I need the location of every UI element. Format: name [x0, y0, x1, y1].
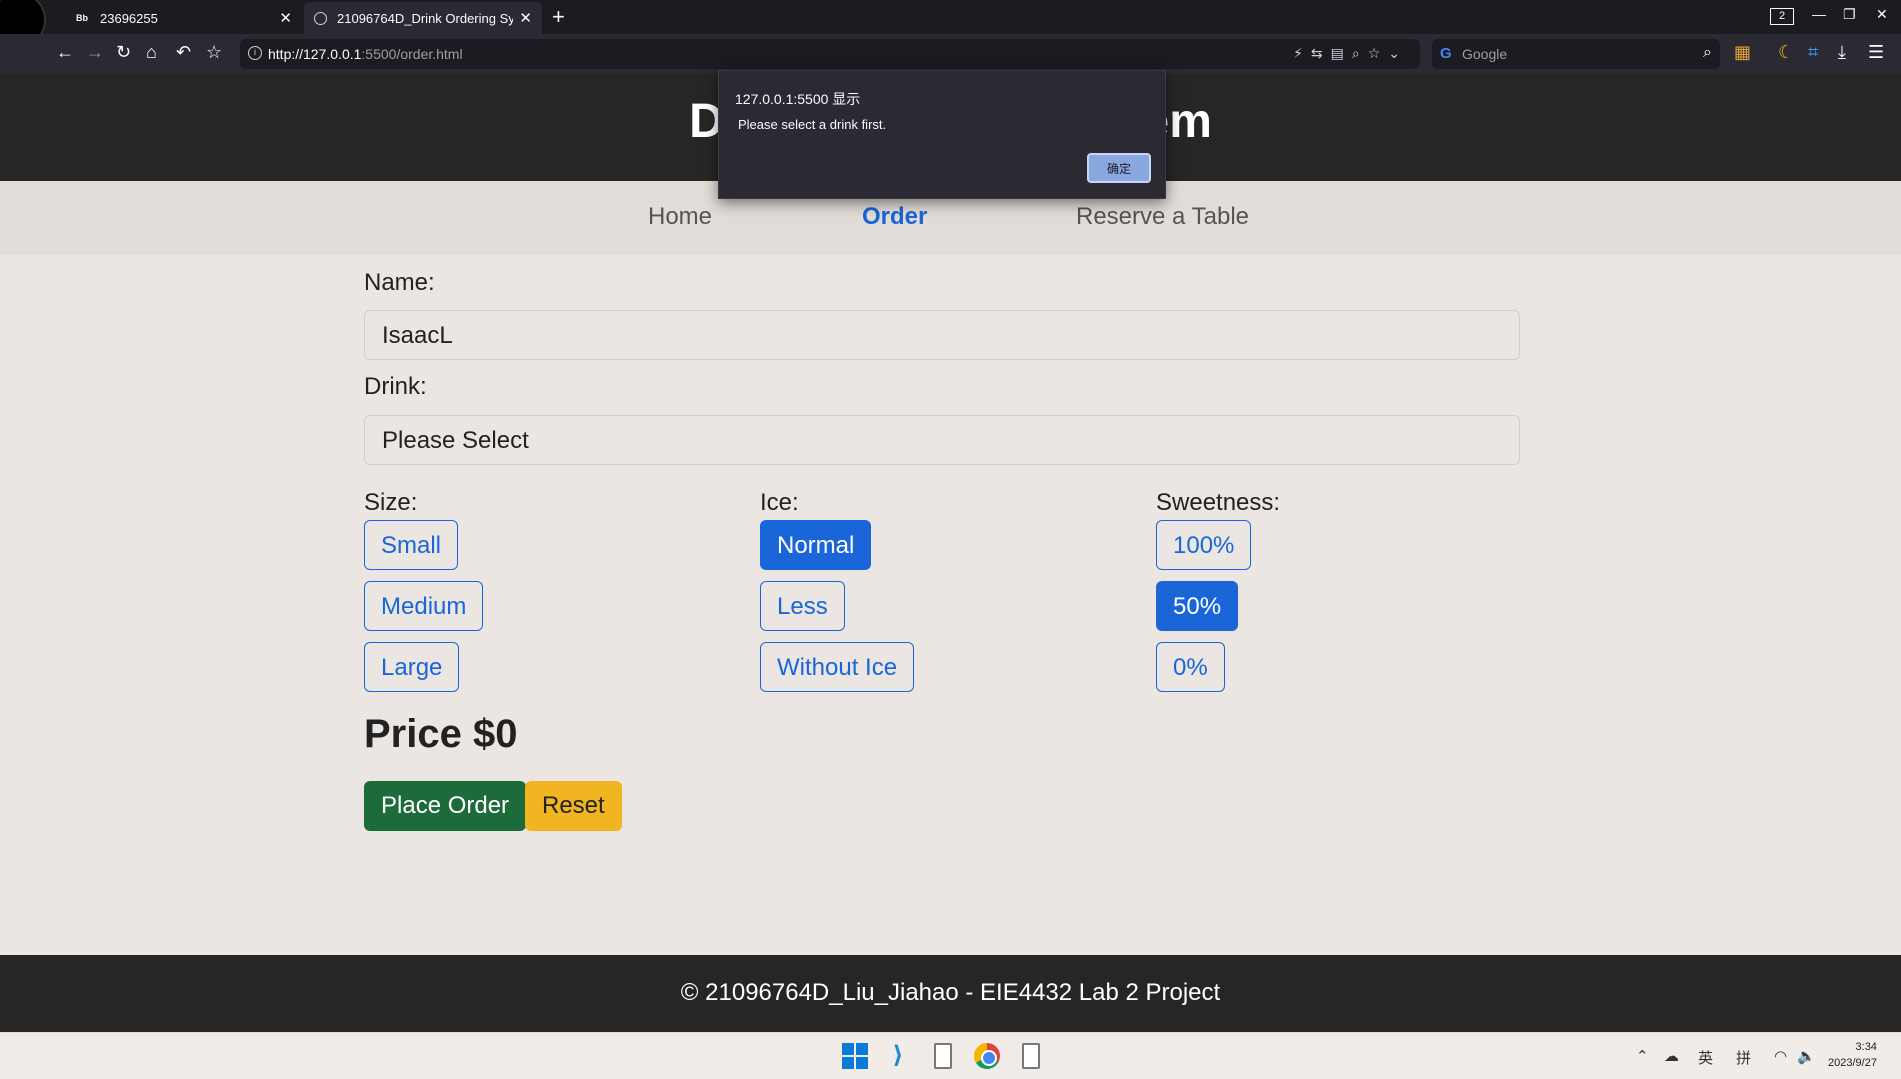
file-icon[interactable]: [1022, 1043, 1040, 1069]
price-display: Price $0: [364, 712, 518, 756]
tab-drink-ordering[interactable]: 21096764D_Drink Ordering Sy ✕: [304, 2, 542, 34]
footer-copyright: © 21096764D_Liu_Jiahao - EIE4432 Lab 2 P…: [680, 979, 1221, 1006]
size-large-button[interactable]: Large: [364, 642, 460, 692]
search-icon[interactable]: ⌕: [1703, 44, 1712, 62]
apps-grid-icon[interactable]: ▦: [1734, 42, 1751, 63]
reset-button[interactable]: Reset: [525, 781, 622, 831]
bookmark-star-icon[interactable]: ☆: [206, 42, 222, 63]
menu-icon[interactable]: ☰: [1868, 42, 1884, 63]
name-label: Name:: [364, 269, 435, 296]
url-text[interactable]: http://127.0.0.1:5500/order.html: [268, 46, 463, 62]
restore-icon[interactable]: ❐: [1843, 6, 1856, 23]
dialog-message: Please select a drink first.: [738, 117, 887, 132]
tray-language[interactable]: 英: [1698, 1047, 1713, 1068]
drink-select[interactable]: Please Select: [364, 415, 1520, 465]
windows-start-icon[interactable]: [842, 1043, 868, 1069]
globe-icon: [314, 11, 327, 25]
alert-dialog: 127.0.0.1:5500 显示 Please select a drink …: [718, 70, 1166, 199]
close-icon[interactable]: ✕: [519, 9, 532, 27]
window-close-icon[interactable]: ✕: [1876, 6, 1888, 23]
minimize-icon[interactable]: —: [1812, 6, 1826, 22]
nav-link-home[interactable]: Home: [648, 203, 712, 231]
close-icon[interactable]: ✕: [279, 9, 292, 27]
sweetness-50-button[interactable]: 50%: [1156, 581, 1239, 631]
search-placeholder: Google: [1462, 46, 1508, 62]
search-bar[interactable]: G Google ⌕: [1432, 39, 1720, 69]
site-footer: © 21096764D_Liu_Jiahao - EIE4432 Lab 2 P…: [0, 955, 1901, 1032]
onedrive-cloud-icon[interactable]: ☁: [1664, 1047, 1679, 1065]
sweetness-label: Sweetness:: [1156, 489, 1281, 516]
browser-tab-bar: Bb 23696255 ✕ 21096764D_Drink Ordering S…: [0, 0, 1901, 48]
dialog-origin: 127.0.0.1:5500 显示: [735, 91, 861, 107]
crop-icon[interactable]: ⌗: [1808, 42, 1818, 63]
home-icon[interactable]: ⌂: [146, 42, 157, 63]
google-logo-icon: G: [1440, 45, 1452, 62]
download-icon[interactable]: ⤓: [1838, 42, 1846, 63]
sweetness-0-button[interactable]: 0%: [1156, 642, 1225, 692]
size-medium-button[interactable]: Medium: [364, 581, 484, 631]
tray-ime[interactable]: 拼: [1736, 1047, 1751, 1068]
night-mode-icon[interactable]: ☾: [1778, 42, 1794, 63]
system-clock[interactable]: 3:34 2023/9/27: [1828, 1039, 1877, 1071]
tray-chevron-up-icon[interactable]: ⌃: [1636, 1047, 1649, 1065]
drink-label: Drink:: [364, 373, 427, 400]
url-bar-actions[interactable]: ⚡⇆▤⌕☆⌄: [1293, 45, 1408, 62]
size-label: Size:: [364, 489, 418, 516]
site-info-icon[interactable]: i: [248, 46, 262, 60]
ice-normal-button[interactable]: Normal: [760, 520, 872, 570]
browser-toolbar: ← → ↻ ⌂ ↶ ☆ i http://127.0.0.1:5500/orde…: [0, 34, 1901, 74]
ice-label: Ice:: [760, 489, 799, 516]
tab-title: 23696255: [100, 10, 158, 26]
nav-link-order[interactable]: Order: [862, 203, 927, 231]
tab-blackboard[interactable]: Bb 23696255 ✕: [64, 2, 302, 34]
os-taskbar: ⟩ ⌃ ☁ 英 拼 ◠ 🔈 3:34 2023/9/27: [0, 1032, 1901, 1079]
name-input[interactable]: IsaacL: [364, 310, 1520, 360]
back-arrow-icon[interactable]: ←: [56, 42, 74, 63]
chrome-icon[interactable]: [974, 1043, 1000, 1069]
vscode-icon[interactable]: ⟩: [885, 1043, 911, 1069]
ice-less-button[interactable]: Less: [760, 581, 845, 631]
file-icon[interactable]: [934, 1043, 952, 1069]
blackboard-favicon-icon: Bb: [74, 11, 90, 25]
wifi-icon[interactable]: ◠: [1774, 1047, 1787, 1065]
tab-count-badge[interactable]: 2: [1770, 8, 1794, 25]
new-tab-plus-icon[interactable]: +: [552, 4, 565, 30]
volume-icon[interactable]: 🔈: [1797, 1047, 1816, 1065]
undo-icon[interactable]: ↶: [176, 42, 191, 63]
tab-title: 21096764D_Drink Ordering Sy: [337, 10, 514, 26]
nav-link-reserve[interactable]: Reserve a Table: [1076, 203, 1249, 231]
dialog-ok-button[interactable]: 确定: [1087, 153, 1151, 183]
clock-time: 3:34: [1855, 1041, 1877, 1053]
order-form: Name: IsaacL Drink: Please Select Size: …: [364, 255, 1520, 955]
forward-arrow-icon[interactable]: →: [86, 42, 104, 63]
ice-without-button[interactable]: Without Ice: [760, 642, 915, 692]
sweetness-100-button[interactable]: 100%: [1156, 520, 1252, 570]
size-small-button[interactable]: Small: [364, 520, 459, 570]
url-bar[interactable]: i http://127.0.0.1:5500/order.html ⚡⇆▤⌕☆…: [240, 39, 1420, 69]
clock-date: 2023/9/27: [1828, 1057, 1877, 1069]
place-order-button[interactable]: Place Order: [364, 781, 527, 831]
reload-icon[interactable]: ↻: [116, 42, 131, 63]
